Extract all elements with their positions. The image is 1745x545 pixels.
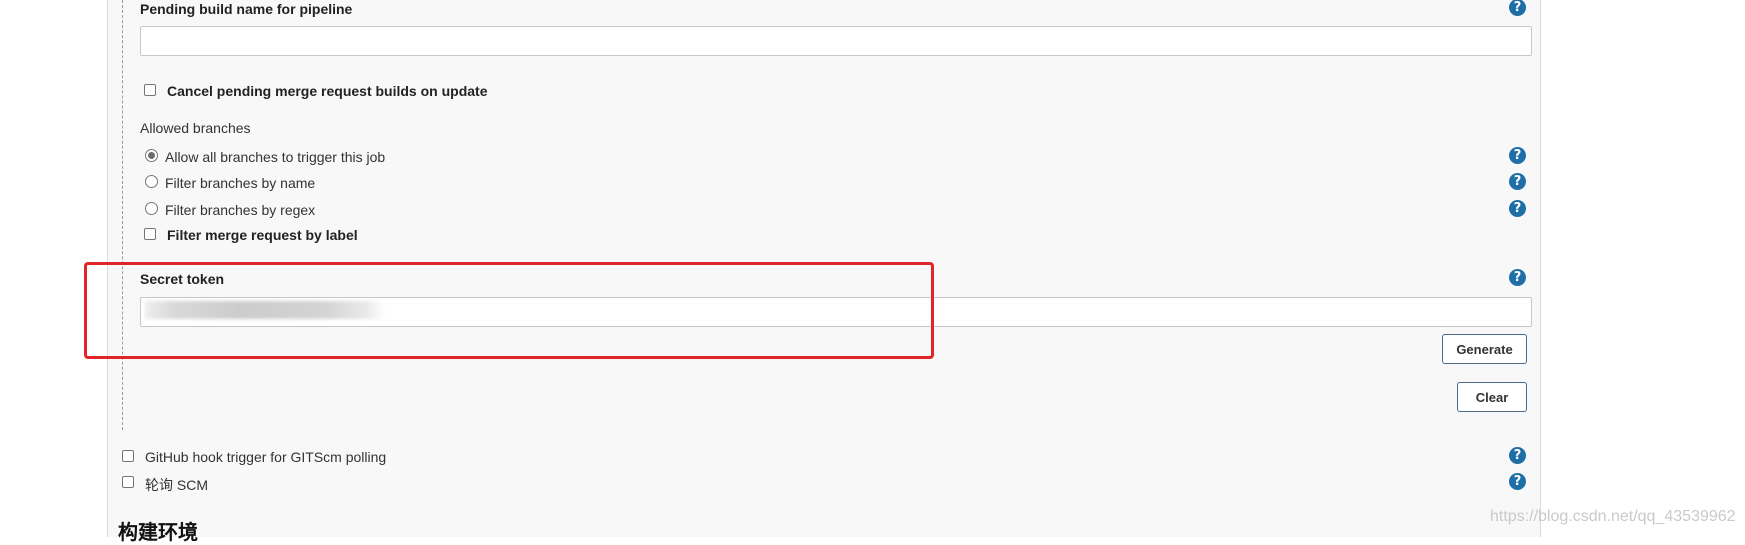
help-icon-filter-by-regex[interactable]: ? <box>1509 200 1526 217</box>
poll-scm-label: 轮询 SCM <box>145 477 208 493</box>
nested-section-indent-line <box>122 0 123 430</box>
watermark-text: https://blog.csdn.net/qq_43539962 <box>1490 508 1736 525</box>
radio-filter-by-regex[interactable] <box>145 202 158 215</box>
secret-token-highlight-box <box>84 262 934 359</box>
radio-allow-all-branches[interactable] <box>145 149 158 162</box>
generate-button[interactable]: Generate <box>1442 334 1527 364</box>
filter-merge-request-label: Filter merge request by label <box>167 227 358 243</box>
pending-build-name-input[interactable] <box>140 26 1532 56</box>
radio-allow-all-branches-label: Allow all branches to trigger this job <box>165 149 386 165</box>
help-icon-github-hook[interactable]: ? <box>1509 447 1526 464</box>
poll-scm-checkbox[interactable] <box>122 476 134 488</box>
radio-filter-by-regex-label: Filter branches by regex <box>165 202 316 218</box>
clear-button[interactable]: Clear <box>1457 382 1527 412</box>
pending-build-name-label: Pending build name for pipeline <box>140 1 353 17</box>
cancel-pending-checkbox[interactable] <box>144 84 156 96</box>
help-icon-allow-all-branches[interactable]: ? <box>1509 147 1526 164</box>
filter-merge-request-checkbox[interactable] <box>144 228 156 240</box>
cancel-pending-label: Cancel pending merge request builds on u… <box>167 83 488 99</box>
build-environment-heading: 构建环境 <box>118 522 198 544</box>
github-hook-trigger-checkbox[interactable] <box>122 450 134 462</box>
help-icon-poll-scm[interactable]: ? <box>1509 473 1526 490</box>
help-icon-secret-token[interactable]: ? <box>1509 269 1526 286</box>
help-icon-filter-by-name[interactable]: ? <box>1509 173 1526 190</box>
allowed-branches-heading: Allowed branches <box>140 120 251 136</box>
radio-filter-by-name-label: Filter branches by name <box>165 175 316 191</box>
radio-filter-by-name[interactable] <box>145 175 158 188</box>
github-hook-trigger-label: GitHub hook trigger for GITScm polling <box>145 449 387 465</box>
